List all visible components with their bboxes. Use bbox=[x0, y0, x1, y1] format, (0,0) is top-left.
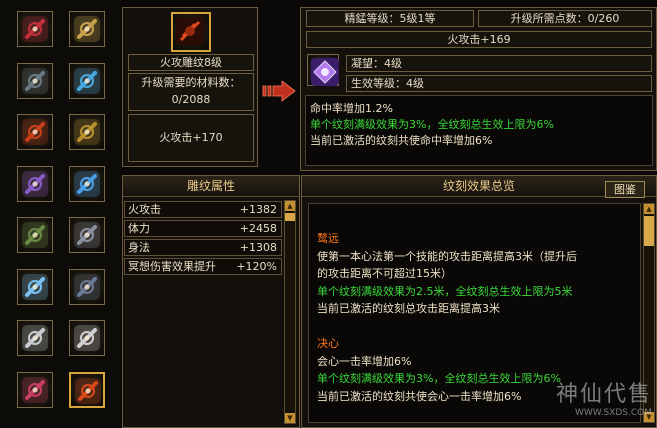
effect-level: 生效等级：4级 bbox=[346, 75, 652, 92]
attribute-value: +1308 bbox=[239, 241, 277, 254]
red-bracer-icon bbox=[22, 119, 48, 145]
selected-item-slot[interactable] bbox=[171, 12, 211, 52]
watermark: 神仙代售 WWW.SXDS.COM bbox=[500, 376, 652, 426]
equipment-slot[interactable] bbox=[69, 11, 105, 47]
effect-line: 当前已激活的纹刻共使会心一击率增加6% bbox=[317, 389, 522, 403]
equipment-slot[interactable] bbox=[17, 62, 53, 99]
next-attr-box: 火攻击+170 bbox=[128, 114, 254, 162]
equipment-slot[interactable] bbox=[69, 320, 105, 356]
sword-icon bbox=[74, 170, 100, 197]
amulet-icon bbox=[22, 376, 48, 403]
equipment-slot[interactable] bbox=[69, 62, 105, 99]
red-talisman-icon bbox=[176, 17, 204, 45]
attribute-value: +120% bbox=[236, 260, 277, 273]
material-label: 升级需要的材料数： bbox=[141, 76, 241, 89]
effect-line: 使第一本心法第一个技能的攻击距离提高3米（提升后 bbox=[317, 249, 577, 263]
red-talisman-icon bbox=[75, 377, 101, 404]
effect-line: 鹜远 bbox=[317, 232, 339, 245]
equipment-slot[interactable] bbox=[17, 114, 53, 150]
watermark-url: WWW.SXDS.COM bbox=[574, 408, 652, 418]
gauntlet-icon bbox=[74, 222, 100, 248]
attribute-name: 火攻击 bbox=[128, 203, 161, 216]
watermark-title: 神仙代售 bbox=[555, 382, 652, 407]
attributes-title: 雕纹属性 bbox=[123, 176, 299, 197]
atlas-button[interactable]: 图鉴 bbox=[605, 181, 645, 198]
attribute-value: +2458 bbox=[239, 222, 277, 235]
belt-icon bbox=[22, 222, 48, 248]
scroll-up-icon[interactable]: ▲ bbox=[644, 204, 654, 214]
attribute-row: 身法 +1308 bbox=[124, 239, 282, 256]
scroll-thumb[interactable] bbox=[285, 213, 295, 221]
next-attr-text: 火攻击+170 bbox=[159, 131, 223, 144]
scroll-down-icon[interactable]: ▼ bbox=[285, 413, 295, 423]
effect-line: 的攻击距离不可超过15米） bbox=[317, 267, 452, 280]
ice-blade-icon bbox=[22, 273, 48, 300]
red-crystal-icon bbox=[22, 16, 48, 42]
scroll-thumb[interactable] bbox=[644, 216, 654, 246]
effect-line: 当前已激活的纹刻总攻击距离提高3米 bbox=[317, 302, 500, 315]
effect-line: 单个纹刻满级效果为2.5米，全纹刻总生效上限为5米 bbox=[317, 284, 573, 298]
equipment-slot[interactable] bbox=[17, 11, 53, 47]
equipment-slot[interactable] bbox=[69, 114, 105, 150]
upgrade-points: 升级所需点数：0/260 bbox=[478, 10, 652, 27]
condense-level: 凝望：4级 bbox=[346, 55, 652, 72]
equipment-slot[interactable] bbox=[17, 268, 53, 305]
boots-icon bbox=[74, 273, 100, 300]
armor-icon bbox=[22, 67, 48, 94]
gold-ring-icon bbox=[74, 16, 100, 42]
jade-pendant-icon bbox=[22, 325, 48, 351]
effects-title: 纹刻效果总览 bbox=[302, 176, 656, 197]
upgrade-description: 命中率增加1.2% 单个纹刻满级效果为3%，全纹刻总生效上限为6% 当前已激活的纹刻… bbox=[305, 95, 653, 166]
item-name: 火攻雕纹8级 bbox=[128, 54, 254, 71]
attribute-row: 体力 +2458 bbox=[124, 220, 282, 237]
description-line: 单个纹刻满级效果为3%，全纹刻总生效上限为6% bbox=[310, 118, 554, 131]
material-box: 升级需要的材料数： 0/2088 bbox=[128, 73, 254, 111]
blue-gem-ring-icon bbox=[74, 67, 100, 94]
purple-gem-icon bbox=[311, 58, 339, 86]
current-attack: 火攻击+169 bbox=[306, 31, 652, 48]
attribute-value: +1382 bbox=[239, 203, 277, 216]
attribute-name: 身法 bbox=[128, 241, 150, 254]
attributes-scrollbar[interactable]: ▲ ▼ bbox=[284, 200, 296, 424]
upgrade-arrow-icon bbox=[262, 80, 296, 102]
jade-pendant-icon bbox=[74, 325, 100, 351]
scroll-up-icon[interactable]: ▲ bbox=[285, 201, 295, 211]
effect-line: 决心 bbox=[317, 337, 339, 350]
effect-line: 会心一击率增加6% bbox=[317, 354, 412, 368]
equipment-slot[interactable] bbox=[69, 371, 105, 408]
attribute-name: 体力 bbox=[128, 222, 150, 235]
attribute-list: 火攻击 +1382 体力 +2458 身法 +1308 冥想伤害效果提升 +120% bbox=[124, 201, 282, 423]
attribute-row: 冥想伤害效果提升 +120% bbox=[124, 258, 282, 275]
necklace-icon bbox=[22, 170, 48, 197]
refine-level: 精錳等级：5级1等 bbox=[306, 10, 474, 27]
equipment-slot[interactable] bbox=[69, 268, 105, 305]
material-count: 0/2088 bbox=[171, 93, 211, 106]
attribute-row: 火攻击 +1382 bbox=[124, 201, 282, 218]
equipment-slot[interactable] bbox=[69, 165, 105, 202]
equipment-slot[interactable] bbox=[69, 217, 105, 253]
gold-bracer-icon bbox=[74, 119, 100, 145]
description-line: 当前已激活的纹刻共使命中率增加6% bbox=[310, 134, 493, 147]
description-line: 命中率增加1.2% bbox=[310, 102, 393, 115]
condense-gem-slot[interactable] bbox=[307, 54, 339, 86]
equipment-slot[interactable] bbox=[17, 217, 53, 253]
equipment-slot[interactable] bbox=[17, 320, 53, 356]
attribute-name: 冥想伤害效果提升 bbox=[128, 260, 216, 273]
equipment-slot[interactable] bbox=[17, 371, 53, 408]
equipment-slot[interactable] bbox=[17, 165, 53, 202]
